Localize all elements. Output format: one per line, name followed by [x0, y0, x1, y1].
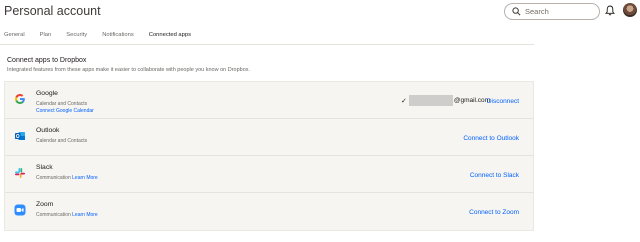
tabs-divider — [0, 44, 534, 45]
disconnect-google-button[interactable]: Disconnect — [487, 98, 519, 105]
connect-zoom-button[interactable]: Connect to Zoom — [469, 209, 519, 216]
connect-outlook-button[interactable]: Connect to Outlook — [463, 135, 519, 142]
app-row-outlook: Outlook Calendar and Contacts Connect to… — [5, 119, 533, 156]
connected-account: ✓ @gmail.com — [401, 95, 490, 106]
outlook-icon — [15, 132, 25, 140]
app-category-slack: Communication — [36, 175, 71, 181]
learn-more-slack-link[interactable]: Learn More — [72, 175, 98, 181]
section-description: Integrated features from these apps make… — [7, 67, 251, 73]
check-icon: ✓ — [401, 97, 407, 105]
search-input[interactable] — [525, 7, 595, 16]
connect-google-calendar-link[interactable]: Connect Google Calendar — [36, 108, 94, 114]
app-row-zoom: Zoom Communication Learn More Connect to… — [5, 193, 533, 230]
connect-slack-button[interactable]: Connect to Slack — [470, 172, 519, 179]
app-row-google: Google Calendar and Contacts Connect Goo… — [5, 82, 533, 119]
account-email-suffix: @gmail.com — [453, 97, 491, 104]
learn-more-zoom-link[interactable]: Learn More — [72, 212, 98, 218]
page-title: Personal account — [4, 4, 101, 18]
app-subtitle-slack: Communication Learn More — [36, 175, 98, 181]
app-subtitle-google: Calendar and Contacts — [36, 101, 88, 107]
avatar[interactable] — [623, 3, 637, 17]
app-category-zoom: Communication — [36, 212, 71, 218]
app-row-slack: Slack Communication Learn More Connect t… — [5, 156, 533, 193]
redacted-email — [408, 95, 453, 106]
app-subtitle-zoom: Communication Learn More — [36, 212, 98, 218]
slack-icon — [15, 168, 25, 178]
bell-icon[interactable] — [605, 5, 615, 16]
section-title: Connect apps to Dropbox — [7, 57, 87, 64]
app-name-slack: Slack — [36, 164, 53, 171]
google-icon — [15, 94, 25, 104]
app-name-google: Google — [36, 90, 58, 97]
app-name-zoom: Zoom — [36, 201, 54, 208]
app-name-outlook: Outlook — [36, 127, 60, 134]
zoom-icon — [14, 204, 26, 216]
search-box[interactable] — [504, 3, 600, 20]
app-subtitle-outlook: Calendar and Contacts — [36, 138, 88, 144]
search-icon — [512, 7, 521, 16]
connected-apps-list: Google Calendar and Contacts Connect Goo… — [4, 81, 534, 231]
